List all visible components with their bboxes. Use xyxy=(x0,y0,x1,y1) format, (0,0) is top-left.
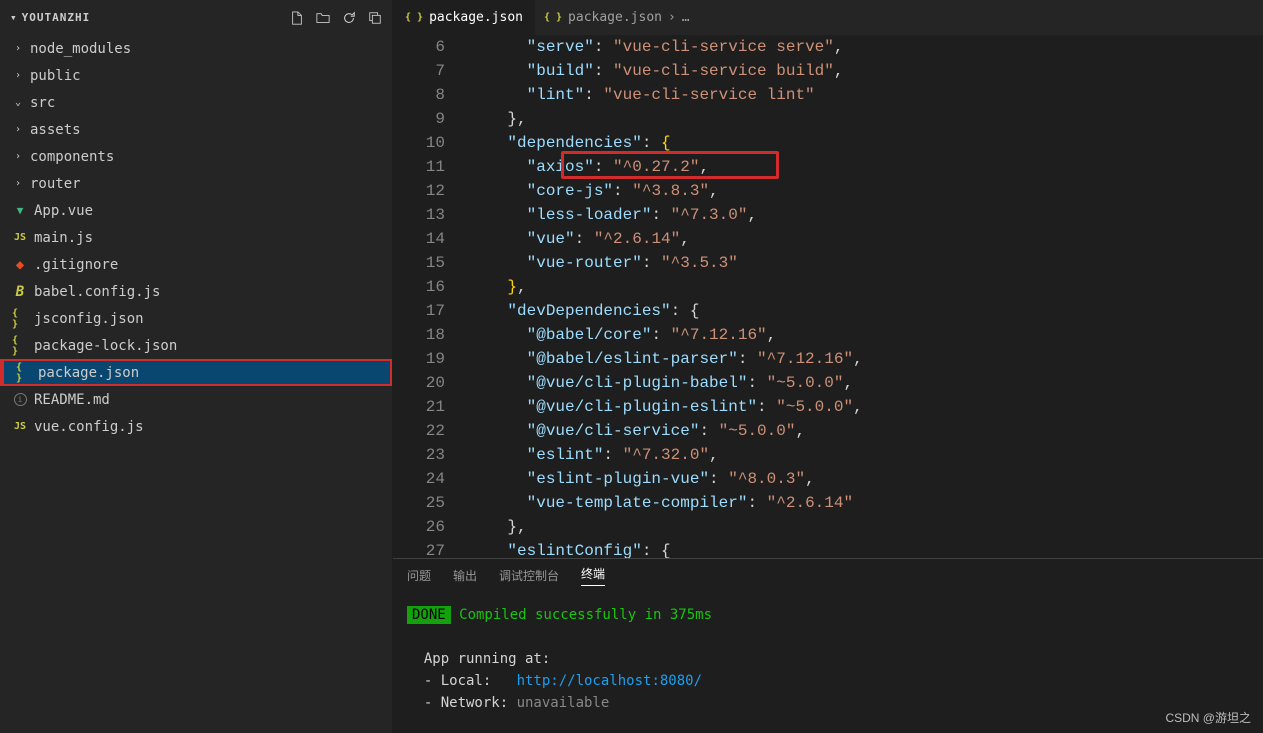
json-icon: { } xyxy=(544,12,562,23)
explorer-header: ▾ YOUTANZHI xyxy=(0,0,392,35)
file-vue-config-js[interactable]: JSvue.config.js xyxy=(0,413,392,440)
tree-item-label: jsconfig.json xyxy=(34,311,144,327)
panel-tab-1[interactable]: 输出 xyxy=(453,567,477,584)
compiled-msg: Compiled successfully in 375ms xyxy=(451,607,712,623)
code-line-16[interactable]: }, xyxy=(469,275,1263,299)
code-line-9[interactable]: }, xyxy=(469,107,1263,131)
code-line-20[interactable]: "@vue/cli-plugin-babel": "~5.0.0", xyxy=(469,371,1263,395)
tree-item-label: vue.config.js xyxy=(34,419,144,435)
chevron-icon: › xyxy=(12,43,24,54)
panel-tab-0[interactable]: 问题 xyxy=(407,567,431,584)
file-package-lock-json[interactable]: { }package-lock.json xyxy=(0,332,392,359)
code-editor[interactable]: 6789101112131415161718192021222324252627… xyxy=(393,35,1263,558)
watermark: CSDN @游坦之 xyxy=(1165,707,1251,729)
folder-src[interactable]: ⌄ src xyxy=(0,89,392,116)
tree-item-label: main.js xyxy=(34,230,93,246)
code-line-24[interactable]: "eslint-plugin-vue": "^8.0.3", xyxy=(469,467,1263,491)
code-line-23[interactable]: "eslint": "^7.32.0", xyxy=(469,443,1263,467)
code-line-14[interactable]: "vue": "^2.6.14", xyxy=(469,227,1263,251)
file-main-js[interactable]: JSmain.js xyxy=(0,224,392,251)
code-line-13[interactable]: "less-loader": "^7.3.0", xyxy=(469,203,1263,227)
tree-item-label: router xyxy=(30,176,81,192)
local-url[interactable]: http://localhost:8080/ xyxy=(517,673,702,689)
tree-item-label: public xyxy=(30,68,81,84)
refresh-icon[interactable] xyxy=(342,11,356,25)
panel-tab-2[interactable]: 调试控制台 xyxy=(499,567,559,584)
breadcrumb[interactable]: { } package.json › … xyxy=(536,10,1263,25)
done-badge: DONE xyxy=(407,606,451,624)
tree-item-label: App.vue xyxy=(34,203,93,219)
app-running-line: App running at: xyxy=(407,648,1249,670)
folder-assets[interactable]: › assets xyxy=(0,116,392,143)
folder-public[interactable]: › public xyxy=(0,62,392,89)
explorer-actions xyxy=(290,11,382,25)
file-readme-md[interactable]: iREADME.md xyxy=(0,386,392,413)
gutter: 6789101112131415161718192021222324252627 xyxy=(393,35,463,558)
code-line-19[interactable]: "@babel/eslint-parser": "^7.12.16", xyxy=(469,347,1263,371)
network-label: - Network: xyxy=(407,695,517,711)
breadcrumb-rest: … xyxy=(682,10,690,25)
file--gitignore[interactable]: ◆.gitignore xyxy=(0,251,392,278)
file-tree: › node_modules › public ⌄ src › assets › componen… xyxy=(0,35,392,733)
tree-item-label: node_modules xyxy=(30,41,131,57)
code-line-15[interactable]: "vue-router": "^3.5.3" xyxy=(469,251,1263,275)
terminal-output[interactable]: DONE Compiled successfully in 375ms App … xyxy=(393,592,1263,733)
code-line-18[interactable]: "@babel/core": "^7.12.16", xyxy=(469,323,1263,347)
code-line-7[interactable]: "build": "vue-cli-service build", xyxy=(469,59,1263,83)
code-line-8[interactable]: "lint": "vue-cli-service lint" xyxy=(469,83,1263,107)
chevron-icon: › xyxy=(12,151,24,162)
code-line-22[interactable]: "@vue/cli-service": "~5.0.0", xyxy=(469,419,1263,443)
tree-item-label: src xyxy=(30,95,55,111)
folder-node-modules[interactable]: › node_modules xyxy=(0,35,392,62)
code-line-26[interactable]: }, xyxy=(469,515,1263,539)
code-line-6[interactable]: "serve": "vue-cli-service serve", xyxy=(469,35,1263,59)
file-babel-config-js[interactable]: Bbabel.config.js xyxy=(0,278,392,305)
main-panel: { } package.json { } package.json › … 67… xyxy=(393,0,1263,733)
file-package-json[interactable]: { }package.json xyxy=(0,359,392,386)
panel-tab-3[interactable]: 终端 xyxy=(581,565,605,586)
chevron-icon: › xyxy=(12,70,24,81)
code-line-27[interactable]: "eslintConfig": { xyxy=(469,539,1263,558)
folder-components[interactable]: › components xyxy=(0,143,392,170)
new-folder-icon[interactable] xyxy=(316,11,330,25)
chevron-icon: › xyxy=(12,178,24,189)
tab-label: package.json xyxy=(429,10,523,25)
panel-tabs: 问题 输出 调试控制台 终端 xyxy=(393,559,1263,592)
local-label: - Local: xyxy=(407,673,517,689)
code-line-10[interactable]: "dependencies": { xyxy=(469,131,1263,155)
breadcrumb-file: package.json xyxy=(568,10,662,25)
code-line-12[interactable]: "core-js": "^3.8.3", xyxy=(469,179,1263,203)
explorer-title: YOUTANZHI xyxy=(22,11,91,24)
file-jsconfig-json[interactable]: { }jsconfig.json xyxy=(0,305,392,332)
collapse-all-icon[interactable] xyxy=(368,11,382,25)
tree-item-label: babel.config.js xyxy=(34,284,160,300)
explorer-sidebar: ▾ YOUTANZHI › node_modules › public ⌄ src › ass… xyxy=(0,0,393,733)
code-line-21[interactable]: "@vue/cli-plugin-eslint": "~5.0.0", xyxy=(469,395,1263,419)
bottom-panel: 问题 输出 调试控制台 终端 DONE Compiled successfully i… xyxy=(393,558,1263,733)
tree-item-label: .gitignore xyxy=(34,257,118,273)
tree-item-label: package-lock.json xyxy=(34,338,177,354)
tree-item-label: README.md xyxy=(34,392,110,408)
code-line-11[interactable]: "axios": "^0.27.2", xyxy=(469,155,1263,179)
chevron-icon: ⌄ xyxy=(12,97,24,108)
chevron-icon: › xyxy=(12,124,24,135)
tree-item-label: package.json xyxy=(38,365,139,381)
code-line-17[interactable]: "devDependencies": { xyxy=(469,299,1263,323)
new-file-icon[interactable] xyxy=(290,11,304,25)
tab-bar: { } package.json { } package.json › … xyxy=(393,0,1263,35)
network-value: unavailable xyxy=(517,695,610,711)
code-line-25[interactable]: "vue-template-compiler": "^2.6.14" xyxy=(469,491,1263,515)
file-app-vue[interactable]: ▼App.vue xyxy=(0,197,392,224)
json-icon: { } xyxy=(405,12,423,23)
tree-item-label: assets xyxy=(30,122,81,138)
folder-router[interactable]: › router xyxy=(0,170,392,197)
tab-package-json[interactable]: { } package.json xyxy=(393,0,536,35)
code-area[interactable]: "serve": "vue-cli-service serve", "build… xyxy=(463,35,1263,558)
breadcrumb-sep: › xyxy=(668,10,676,25)
tree-item-label: components xyxy=(30,149,114,165)
chevron-down-icon[interactable]: ▾ xyxy=(10,11,18,24)
